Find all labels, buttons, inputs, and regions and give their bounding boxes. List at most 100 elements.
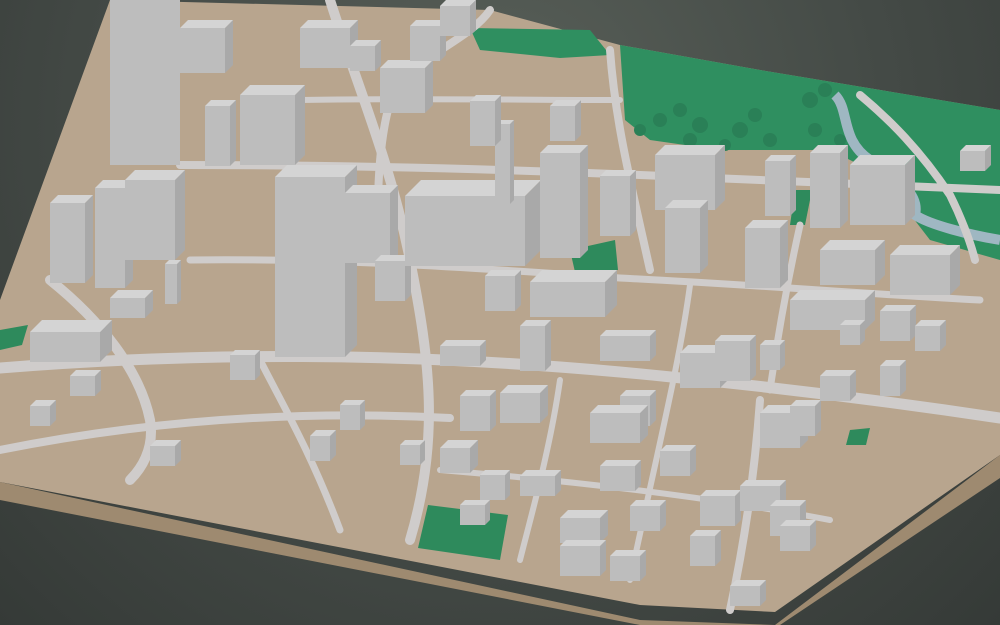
building-side-face	[700, 200, 708, 273]
building-roof	[560, 540, 606, 546]
tree	[653, 113, 667, 127]
building	[880, 360, 906, 396]
building-front-face	[470, 101, 495, 146]
building-roof	[620, 390, 656, 396]
building-side-face	[505, 470, 510, 500]
building	[30, 320, 112, 362]
building	[915, 320, 946, 351]
building-roof	[440, 0, 476, 6]
building	[240, 85, 305, 165]
building-roof	[180, 20, 233, 28]
building-front-face	[660, 451, 690, 476]
building-roof	[230, 350, 260, 355]
building-front-face	[345, 193, 390, 263]
building-front-face	[110, 0, 180, 165]
building	[405, 180, 541, 266]
building-roof	[600, 170, 636, 176]
building-front-face	[780, 526, 810, 551]
building-roof	[590, 405, 648, 413]
building-front-face	[380, 68, 425, 113]
building-front-face	[520, 476, 555, 496]
building-side-face	[750, 335, 756, 381]
building-front-face	[460, 396, 490, 431]
building-side-face	[790, 155, 796, 216]
building-front-face	[960, 151, 985, 171]
building-front-face	[180, 28, 225, 73]
tree	[834, 134, 846, 146]
building	[150, 440, 181, 466]
building	[310, 430, 336, 461]
building-front-face	[440, 448, 470, 473]
building-front-face	[205, 106, 230, 166]
building-front-face	[530, 282, 605, 317]
building-front-face	[790, 406, 815, 436]
building	[400, 440, 425, 465]
building-roof	[405, 180, 541, 196]
tree	[808, 123, 822, 137]
building-front-face	[630, 506, 660, 531]
building-front-face	[745, 228, 780, 288]
building	[110, 290, 153, 318]
building	[110, 0, 180, 165]
building-front-face	[850, 165, 905, 225]
building	[485, 270, 521, 311]
building	[690, 530, 721, 566]
building-roof	[740, 480, 786, 486]
building	[880, 305, 916, 341]
building	[550, 100, 581, 141]
building-front-face	[50, 203, 85, 283]
building-front-face	[275, 177, 345, 357]
building-front-face	[600, 176, 630, 236]
building-front-face	[230, 355, 255, 380]
tree	[683, 133, 697, 147]
building-side-face	[600, 540, 606, 576]
building	[600, 460, 641, 491]
building-front-face	[610, 556, 640, 581]
building	[50, 195, 93, 283]
building	[810, 145, 848, 228]
building-roof	[345, 185, 398, 193]
building-side-face	[225, 20, 233, 73]
building	[470, 95, 501, 146]
building-front-face	[30, 406, 50, 426]
building-front-face	[240, 95, 295, 165]
building-roof	[300, 20, 358, 28]
building-front-face	[400, 445, 420, 465]
building-roof	[790, 290, 875, 300]
building-roof	[630, 500, 666, 506]
building-roof	[610, 550, 646, 556]
building	[960, 145, 991, 171]
building-front-face	[150, 446, 175, 466]
building-front-face	[600, 336, 650, 361]
building	[440, 0, 476, 36]
tree	[692, 117, 708, 133]
building-front-face	[110, 298, 145, 318]
building-roof	[275, 165, 357, 177]
building	[125, 170, 185, 260]
building-roof	[700, 490, 741, 496]
building	[275, 165, 357, 357]
building-side-face	[255, 350, 260, 380]
building-side-face	[360, 400, 365, 430]
building-roof	[730, 580, 766, 586]
building-roof	[380, 60, 433, 68]
building-side-face	[510, 120, 514, 204]
building-roof	[850, 155, 915, 165]
3d-viewport[interactable]	[0, 0, 1000, 625]
building	[760, 340, 785, 370]
building	[610, 550, 646, 581]
building-front-face	[700, 496, 735, 526]
building-front-face	[600, 466, 635, 491]
building-roof	[660, 445, 696, 451]
tree	[763, 133, 777, 147]
building-front-face	[405, 196, 525, 266]
building-roof	[440, 340, 486, 346]
tree	[634, 124, 646, 136]
building	[340, 400, 365, 430]
building-side-face	[175, 170, 185, 260]
building-side-face	[515, 270, 521, 311]
building-side-face	[390, 185, 398, 263]
building-side-face	[295, 85, 305, 165]
building	[165, 260, 181, 304]
building-roof	[770, 500, 806, 506]
